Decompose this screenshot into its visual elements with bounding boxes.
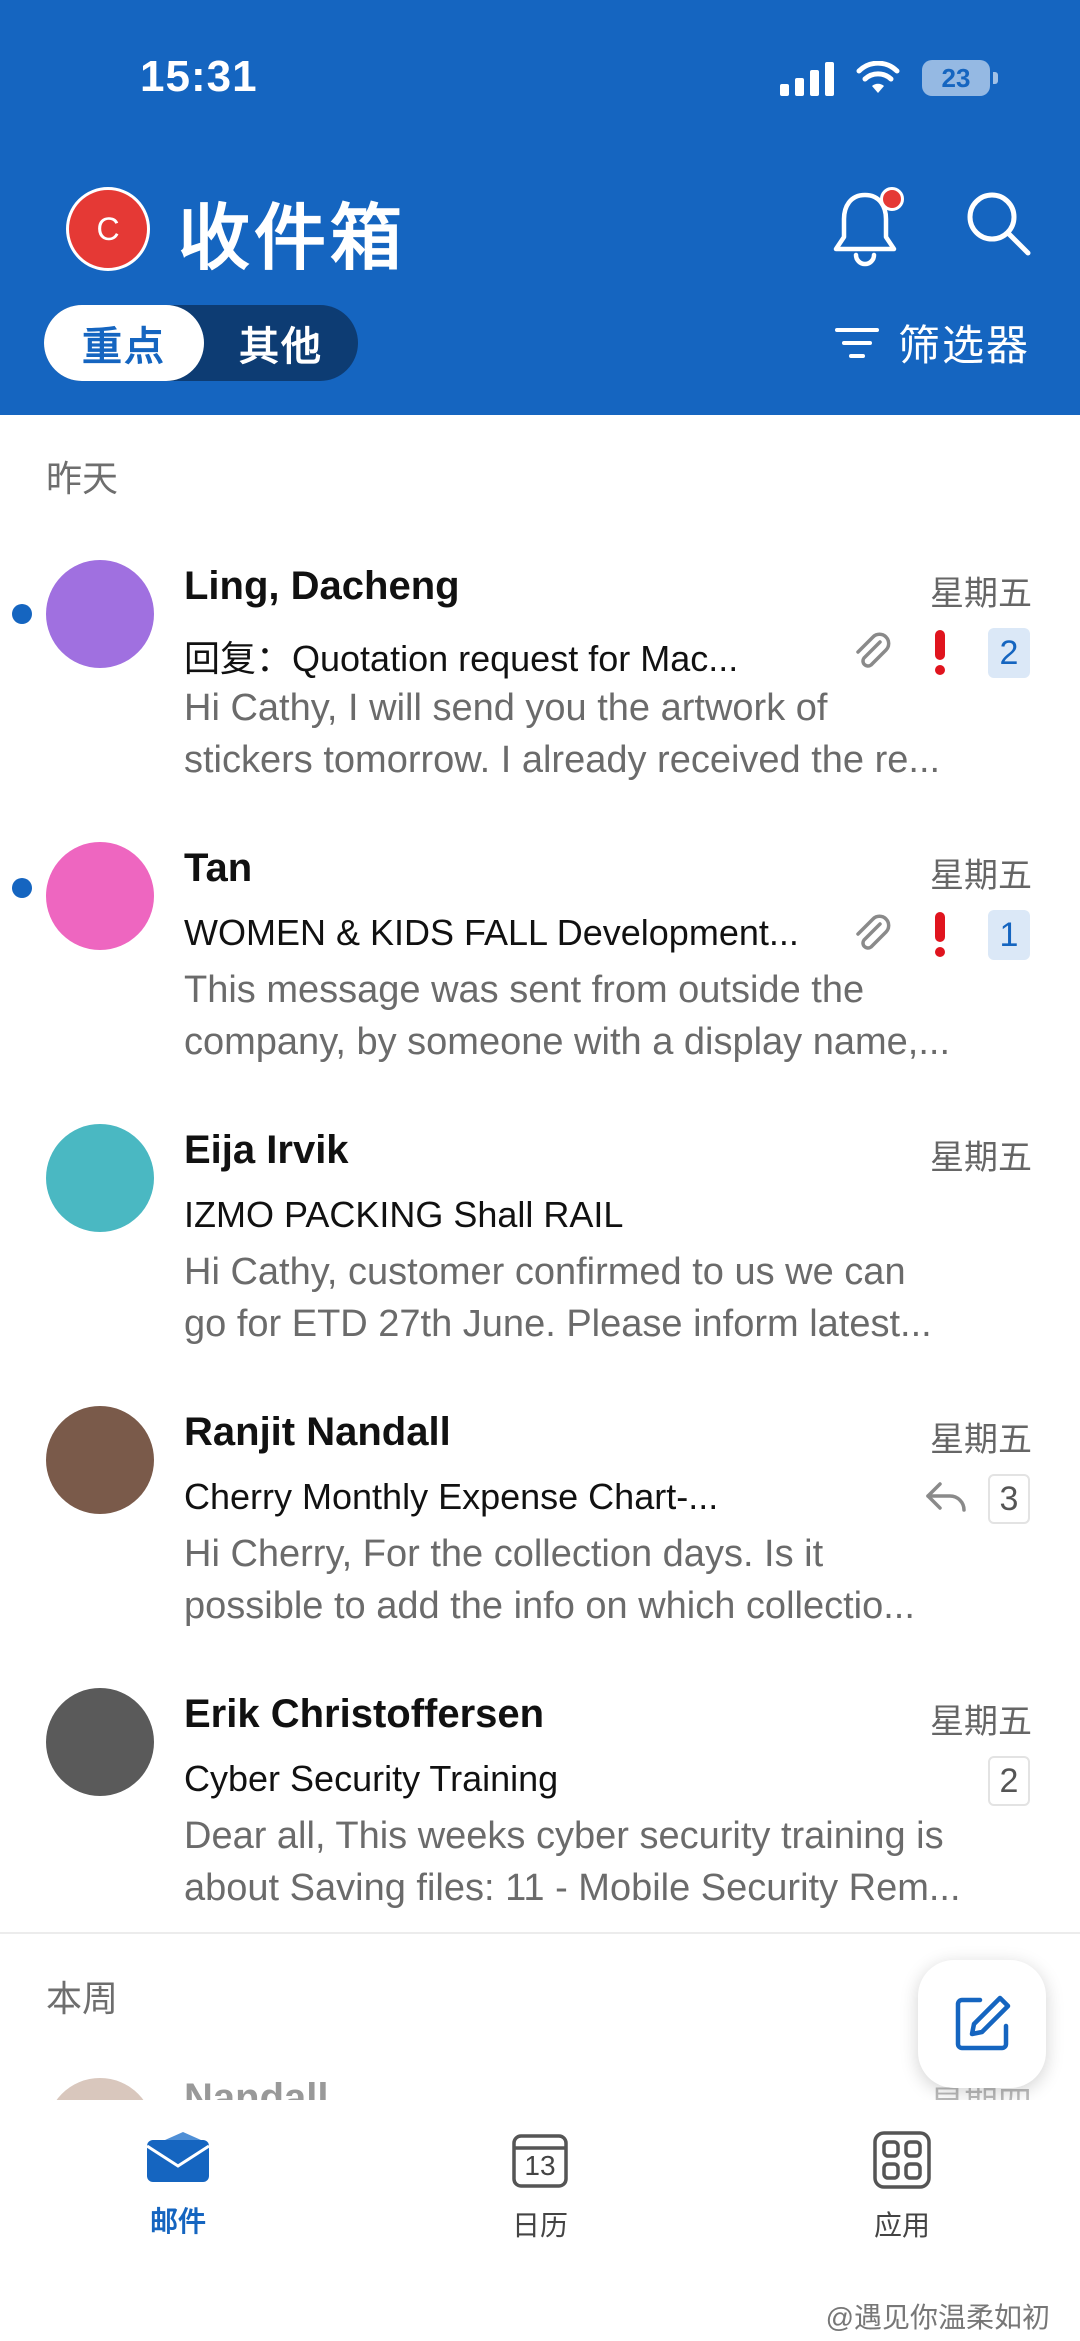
mail-date: 星期五 [930,575,1032,613]
mail-subject: Cyber Security Training [184,1758,559,1799]
mail-list-item[interactable]: Eija Irvik 星期五 IZMO PACKING Shall RAIL H… [0,1112,1080,1392]
sender-avatar [46,1406,154,1514]
sender-avatar [46,560,154,668]
mail-preview-line: about Saving files: 11 - Mobile Security… [184,1867,961,1909]
filter-icon [834,327,879,358]
mail-preview-line: Hi Cathy, customer confirmed to us we ca… [184,1251,906,1293]
notification-dot [880,187,904,211]
bottom-navigation: 邮件 13 日历 应用 [0,2100,1080,2260]
thread-count-badge: 3 [988,1474,1030,1524]
cellular-signal-icon [780,60,834,96]
mail-preview-line: possible to add the info on which collec… [184,1585,915,1627]
important-icon [935,912,945,957]
thread-count-badge: 1 [988,910,1030,960]
nav-label-mail: 邮件 [149,2206,206,2237]
mail-sender: Eija Irvik [184,1128,349,1172]
unread-indicator [12,604,32,624]
status-time: 15:31 [140,52,258,101]
mail-list-item[interactable]: Ranjit Nandall 星期五 Cherry Monthly Expens… [0,1394,1080,1674]
unread-indicator [12,878,32,898]
notification-bell-button[interactable] [830,187,906,271]
replied-icon [926,1482,966,1512]
mail-icon [146,2132,210,2182]
watermark-text: @遇见你温柔如初 [825,2302,1050,2333]
attachment-icon [856,632,891,668]
mail-preview: Dear all, This weeks cyber security trai… [184,1810,1034,1914]
search-button[interactable] [962,187,1042,267]
mail-date: 星期五 [930,857,1032,895]
mail-date: 星期五 [930,1421,1032,1459]
mail-preview-line: Hi Cathy, I will send you the artwork of [184,687,828,729]
battery-icon: 23 [922,60,998,96]
mail-subject: Cherry Monthly Expense Chart-... [184,1476,719,1517]
thread-count-badge: 2 [988,1756,1030,1806]
search-icon [967,192,1031,256]
status-bar: 15:31 23 [0,0,1080,160]
mail-sender: Ranjit Nandall [184,1410,451,1454]
account-avatar[interactable]: C [66,187,150,271]
mail-subject: 回复：Quotation request for Mac... [184,638,739,679]
section-header-yesterday: 昨天 [46,458,119,499]
filter-button[interactable]: 筛选器 [834,312,1030,373]
mail-preview-line: This message was sent from outside the [184,969,865,1011]
wifi-icon [856,61,900,93]
compose-icon [955,1995,1011,2051]
nav-item-apps[interactable]: 应用 [802,2130,1002,2244]
sender-avatar [46,1688,154,1796]
calendar-icon-day: 13 [524,2150,556,2181]
status-icons: 23 [780,60,998,96]
filter-label: 筛选器 [897,322,1030,369]
sender-avatar [46,842,154,950]
nav-item-mail[interactable]: 邮件 [78,2130,278,2240]
title-row: C 收件箱 [0,175,1080,285]
mail-preview-line: go for ETD 27th June. Please inform late… [184,1303,932,1345]
sender-avatar [46,1124,154,1232]
mail-list-item[interactable]: Ling, Dacheng 星期五 回复：Quotation request f… [0,548,1080,828]
mail-date: 星期五 [930,1139,1032,1177]
mail-preview-line: Dear all, This weeks cyber security trai… [184,1815,944,1857]
mail-preview: Hi Cathy, I will send you the artwork of… [184,682,1034,786]
app-header: 15:31 23 C 收件箱 重点 其他 筛选器 [0,0,1080,415]
page-title: 收件箱 [178,199,407,279]
mail-date: 星期五 [930,1703,1032,1741]
mail-subject: WOMEN & KIDS FALL Development... [184,912,799,953]
important-icon [935,630,945,675]
tab-other[interactable]: 其他 [204,305,358,381]
section-divider [0,1932,1080,1934]
mail-list-item[interactable]: Erik Christoffersen 星期五 Cyber Security T… [0,1676,1080,1956]
mail-list-item[interactable]: Tan 星期五 WOMEN & KIDS FALL Development...… [0,830,1080,1110]
mail-preview-line: Hi Cherry, For the collection days. Is i… [184,1533,824,1575]
nav-label-calendar: 日历 [511,2210,568,2241]
mail-sender: Erik Christoffersen [184,1692,545,1736]
inbox-tab-switcher: 重点 其他 [44,305,358,381]
mail-preview-line: stickers tomorrow. I already received th… [184,739,941,781]
mail-preview: This message was sent from outside the c… [184,964,1034,1068]
attachment-icon [856,914,891,950]
mail-preview: Hi Cathy, customer confirmed to us we ca… [184,1246,1034,1350]
tab-focused[interactable]: 重点 [44,305,204,381]
mail-subject: IZMO PACKING Shall RAIL [184,1194,624,1235]
apps-icon [873,2131,931,2189]
mail-preview: Hi Cherry, For the collection days. Is i… [184,1528,1034,1632]
thread-count-badge: 2 [988,628,1030,678]
mail-sender: Tan [184,846,253,890]
nav-item-calendar[interactable]: 13 日历 [440,2130,640,2244]
mail-preview-line: company, by someone with a display name,… [184,1021,951,1063]
mail-sender: Ling, Dacheng [184,564,460,608]
compose-button[interactable] [918,1960,1046,2088]
nav-label-apps: 应用 [873,2210,930,2241]
section-header-this-week: 本周 [46,1978,119,2019]
